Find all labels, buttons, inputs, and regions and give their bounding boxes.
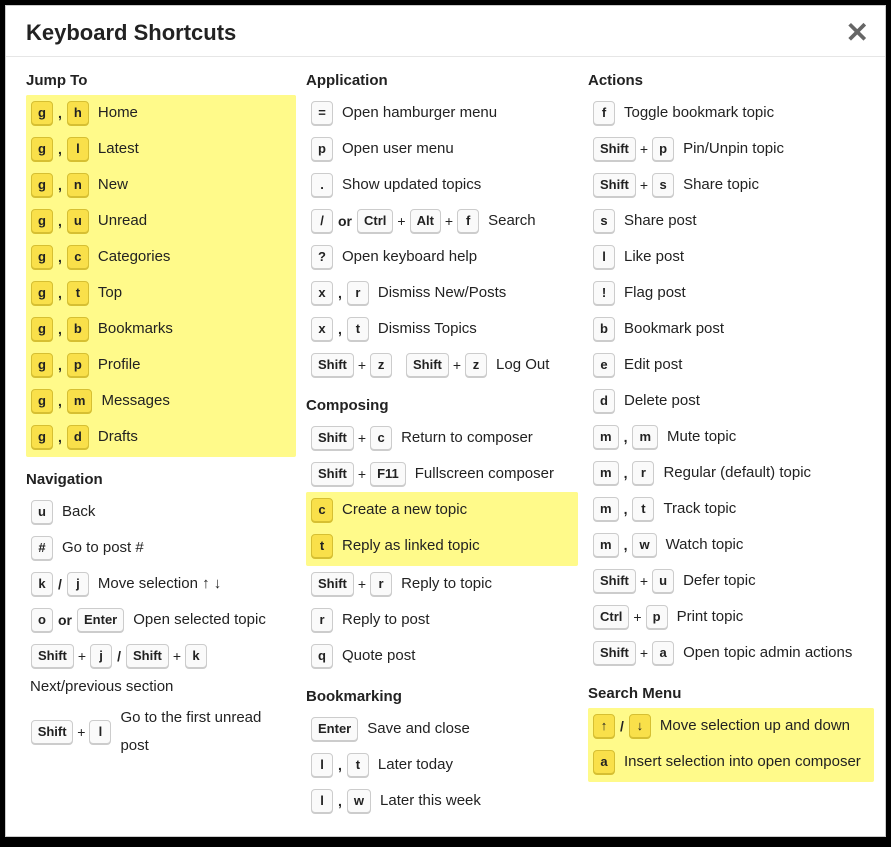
column-jump-navigation: Jump To g,hHome g,lLatest g,nNew g,uUnre… <box>26 72 296 764</box>
app-keyboard-help: ?Open keyboard help <box>306 239 578 275</box>
bm-later-week: l,wLater this week <box>306 783 578 819</box>
bm-save-close: EnterSave and close <box>306 711 578 747</box>
act-pin-unpin: Shift+pPin/Unpin topic <box>588 131 874 167</box>
act-delete-post: dDelete post <box>588 383 874 419</box>
app-dismiss-topics: x,tDismiss Topics <box>306 311 578 347</box>
keyboard-shortcuts-dialog: Keyboard Shortcuts ✕ Jump To g,hHome g,l… <box>5 5 886 837</box>
act-regular-topic: m,rRegular (default) topic <box>588 455 874 491</box>
section-title-search-menu: Search Menu <box>588 685 874 702</box>
jump-to-categories: g,cCategories <box>26 239 296 275</box>
jump-to-drafts: g,dDrafts <box>26 419 296 455</box>
dialog-title: Keyboard Shortcuts <box>26 20 865 46</box>
act-flag-post: !Flag post <box>588 275 874 311</box>
section-title-jump-to: Jump To <box>26 72 296 89</box>
compose-reply-post: rReply to post <box>306 602 578 638</box>
section-title-navigation: Navigation <box>26 471 296 488</box>
act-toggle-bookmark: fToggle bookmark topic <box>588 95 874 131</box>
jump-to-profile: g,pProfile <box>26 347 296 383</box>
act-share-topic: Shift+sShare topic <box>588 167 874 203</box>
nav-go-to-post: #Go to post # <box>26 530 296 566</box>
compose-highlight-block: cCreate a new topic tReply as linked top… <box>306 492 578 566</box>
nav-back: uBack <box>26 494 296 530</box>
act-share-post: sShare post <box>588 203 874 239</box>
act-watch-topic: m,wWatch topic <box>588 527 874 563</box>
search-menu-block: ↑/↓Move selection up and down aInsert se… <box>588 708 874 782</box>
jump-to-messages: g,mMessages <box>26 383 296 419</box>
app-search: /orCtrl+Alt+fSearch <box>306 203 578 239</box>
jump-to-new: g,nNew <box>26 167 296 203</box>
jump-to-unread: g,uUnread <box>26 203 296 239</box>
act-print-topic: Ctrl+pPrint topic <box>588 599 874 635</box>
column-actions-search: Actions fToggle bookmark topic Shift+pPi… <box>588 72 874 782</box>
nav-first-unread: Shift+lGo to the first unread post <box>26 700 296 764</box>
close-icon[interactable]: ✕ <box>846 16 869 49</box>
act-mute-topic: m,mMute topic <box>588 419 874 455</box>
app-updated-topics: .Show updated topics <box>306 167 578 203</box>
compose-reply-topic: Shift+rReply to topic <box>306 566 578 602</box>
act-defer-topic: Shift+uDefer topic <box>588 563 874 599</box>
jump-to-top: g,tTop <box>26 275 296 311</box>
act-bookmark-post: bBookmark post <box>588 311 874 347</box>
nav-open-selected: oorEnterOpen selected topic <box>26 602 296 638</box>
search-move-selection: ↑/↓Move selection up and down <box>588 708 874 744</box>
nav-next-prev-section-keys: Shift+j/Shift+k <box>26 638 296 674</box>
section-title-application: Application <box>306 72 578 89</box>
jump-to-bookmarks: g,bBookmarks <box>26 311 296 347</box>
nav-move-selection: k/jMove selection ↑ ↓ <box>26 566 296 602</box>
act-like-post: lLike post <box>588 239 874 275</box>
column-application-composing: Application =Open hamburger menu pOpen u… <box>306 72 578 819</box>
section-title-bookmarking: Bookmarking <box>306 688 578 705</box>
nav-next-prev-section-desc: Next/previous section <box>26 674 296 700</box>
jump-to-home: g,hHome <box>26 95 296 131</box>
app-hamburger: =Open hamburger menu <box>306 95 578 131</box>
compose-reply-linked: tReply as linked topic <box>306 528 578 564</box>
section-title-composing: Composing <box>306 397 578 414</box>
bm-later-today: l,tLater today <box>306 747 578 783</box>
search-insert-composer: aInsert selection into open composer <box>588 744 874 780</box>
act-track-topic: m,tTrack topic <box>588 491 874 527</box>
app-user-menu: pOpen user menu <box>306 131 578 167</box>
compose-create-topic: cCreate a new topic <box>306 492 578 528</box>
act-admin-actions: Shift+aOpen topic admin actions <box>588 635 874 671</box>
app-dismiss-new: x,rDismiss New/Posts <box>306 275 578 311</box>
dialog-header: Keyboard Shortcuts <box>6 6 885 57</box>
dialog-scroll-area[interactable]: Jump To g,hHome g,lLatest g,nNew g,uUnre… <box>6 60 885 836</box>
jump-to-block: g,hHome g,lLatest g,nNew g,uUnread g,cCa… <box>26 95 296 457</box>
compose-return: Shift+cReturn to composer <box>306 420 578 456</box>
jump-to-latest: g,lLatest <box>26 131 296 167</box>
act-edit-post: eEdit post <box>588 347 874 383</box>
compose-fullscreen: Shift+F11Fullscreen composer <box>306 456 578 492</box>
app-logout: Shift+z Shift+zLog Out <box>306 347 578 383</box>
compose-quote-post: qQuote post <box>306 638 578 674</box>
section-title-actions: Actions <box>588 72 874 89</box>
